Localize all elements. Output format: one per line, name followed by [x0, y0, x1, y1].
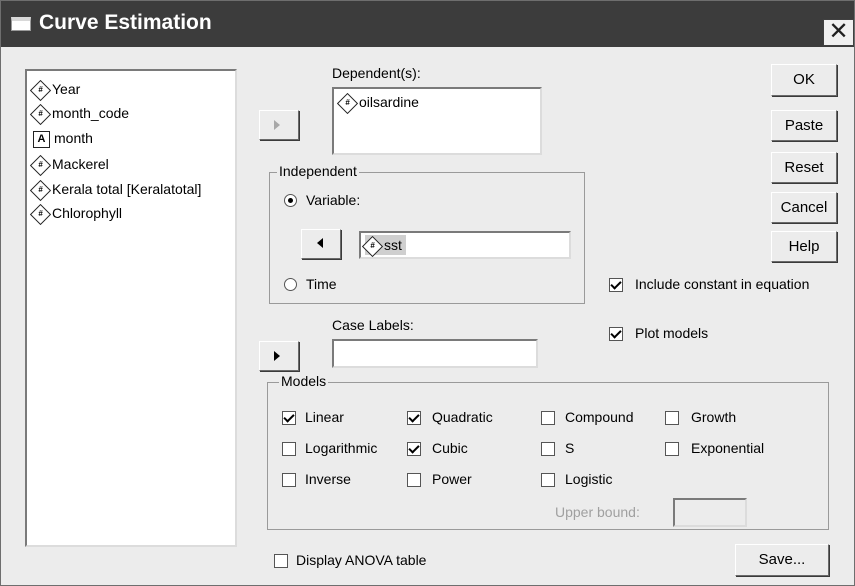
- independent-group-label: Independent: [277, 163, 359, 180]
- string-variable-icon: A: [33, 130, 50, 148]
- inverse-label: Inverse: [305, 471, 351, 487]
- quadratic-label: Quadratic: [432, 409, 493, 425]
- linear-label: Linear: [305, 409, 344, 425]
- display-anova-label: Display ANOVA table: [296, 552, 427, 568]
- quadratic-checkbox[interactable]: [407, 411, 421, 425]
- variable-label: Mackerel: [52, 156, 109, 172]
- independent-variable-field[interactable]: # sst: [359, 231, 571, 259]
- help-button[interactable]: Help: [771, 231, 837, 262]
- move-to-independent-button[interactable]: [301, 229, 341, 259]
- power-label: Power: [432, 471, 472, 487]
- plot-models-label: Plot models: [635, 325, 709, 341]
- list-item[interactable]: # Year: [29, 79, 81, 101]
- list-item[interactable]: # Kerala total [Keralatotal]: [29, 179, 202, 201]
- variable-label: month_code: [52, 105, 130, 121]
- list-item[interactable]: # month_code: [29, 103, 130, 125]
- display-anova-checkbox[interactable]: [274, 554, 288, 568]
- window-title: Curve Estimation: [39, 11, 212, 34]
- numeric-variable-icon: #: [336, 92, 359, 114]
- linear-checkbox[interactable]: [282, 411, 296, 425]
- logarithmic-checkbox[interactable]: [282, 442, 296, 456]
- compound-label: Compound: [565, 409, 634, 425]
- exponential-checkbox[interactable]: [665, 442, 679, 456]
- arrow-right-icon: [274, 120, 280, 130]
- variable-label: Kerala total [Keralatotal]: [52, 181, 202, 197]
- cubic-label: Cubic: [432, 440, 468, 456]
- move-to-case-labels-button[interactable]: [259, 341, 299, 371]
- case-labels-field[interactable]: [332, 339, 538, 368]
- variable-radio-label: Variable:: [306, 192, 361, 208]
- cubic-checkbox[interactable]: [407, 442, 421, 456]
- time-radio[interactable]: [284, 278, 297, 291]
- reset-button[interactable]: Reset: [771, 152, 837, 183]
- numeric-variable-icon: #: [29, 79, 52, 101]
- inverse-checkbox[interactable]: [282, 473, 296, 487]
- numeric-variable-icon: #: [361, 235, 384, 257]
- power-checkbox[interactable]: [407, 473, 421, 487]
- close-button[interactable]: ✕: [823, 19, 854, 46]
- case-labels-label: Case Labels:: [332, 317, 414, 333]
- logarithmic-label: Logarithmic: [305, 440, 378, 456]
- list-item[interactable]: Amonth: [33, 128, 93, 148]
- independent-variable-label: sst: [384, 237, 402, 253]
- logistic-label: Logistic: [565, 471, 613, 487]
- numeric-variable-icon: #: [29, 103, 52, 125]
- upper-bound-label: Upper bound:: [555, 504, 640, 520]
- numeric-variable-icon: #: [29, 203, 52, 225]
- growth-label: Growth: [691, 409, 737, 425]
- plot-models-checkbox[interactable]: [609, 327, 623, 341]
- numeric-variable-icon: #: [29, 179, 52, 201]
- cancel-button[interactable]: Cancel: [771, 192, 837, 223]
- save-button[interactable]: Save...: [735, 544, 829, 576]
- growth-checkbox[interactable]: [665, 411, 679, 425]
- upper-bound-field[interactable]: [673, 498, 747, 527]
- paste-button[interactable]: Paste: [771, 110, 837, 141]
- list-item[interactable]: # Chlorophyll: [29, 203, 123, 225]
- variable-label: month: [54, 130, 93, 146]
- title-bar: Curve Estimation ✕: [1, 1, 854, 47]
- time-radio-label: Time: [306, 276, 337, 292]
- list-item[interactable]: # oilsardine: [336, 92, 419, 114]
- dependent-label: Dependent(s):: [332, 65, 421, 81]
- curve-estimation-dialog: Curve Estimation ✕ # Year # month_code Amo…: [0, 0, 855, 586]
- models-group-label: Models: [279, 373, 329, 390]
- compound-checkbox[interactable]: [541, 411, 555, 425]
- variable-label: Year: [52, 81, 81, 97]
- list-item[interactable]: # sst: [361, 235, 406, 257]
- include-constant-checkbox[interactable]: [609, 278, 623, 292]
- variable-radio[interactable]: [284, 194, 297, 207]
- dependent-list[interactable]: # oilsardine: [332, 87, 542, 155]
- source-variable-list[interactable]: # Year # month_code Amonth # Mackerel # Kera…: [25, 69, 237, 547]
- window-icon: [11, 17, 31, 31]
- exponential-label: Exponential: [691, 440, 765, 456]
- logistic-checkbox[interactable]: [541, 473, 555, 487]
- s-checkbox[interactable]: [541, 442, 555, 456]
- s-label: S: [565, 440, 575, 456]
- dependent-variable-label: oilsardine: [359, 94, 419, 110]
- variable-label: Chlorophyll: [52, 205, 123, 221]
- ok-button[interactable]: OK: [771, 64, 837, 96]
- arrow-right-icon: [274, 351, 280, 361]
- arrow-left-icon: [317, 238, 323, 248]
- move-to-dependent-button[interactable]: [259, 110, 299, 140]
- list-item[interactable]: # Mackerel: [29, 154, 109, 176]
- numeric-variable-icon: #: [29, 154, 52, 176]
- include-constant-label: Include constant in equation: [635, 276, 810, 292]
